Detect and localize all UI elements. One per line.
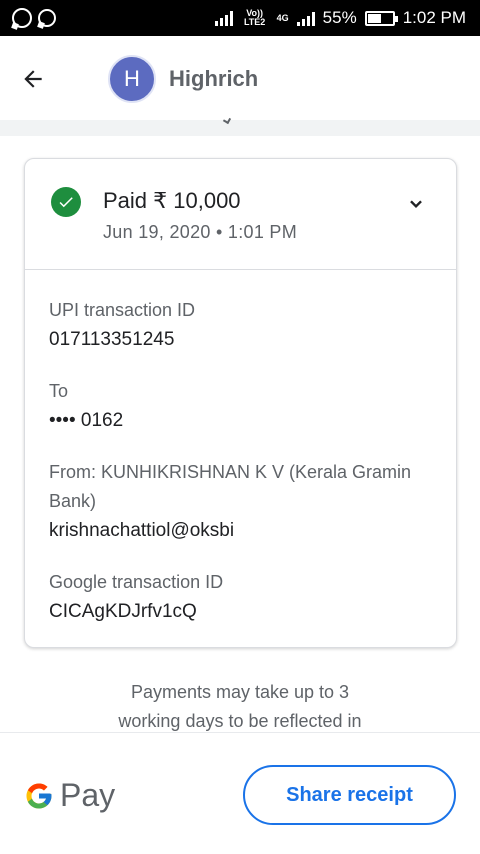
detail-label: From: KUNHIKRISHNAN K V (Kerala Gramin B… xyxy=(49,462,412,511)
share-receipt-button[interactable]: Share receipt xyxy=(243,765,456,825)
status-indicators: Vo)) LTE2 4G 55% 1:02 PM xyxy=(214,0,466,36)
status-bar: Vo)) LTE2 4G 55% 1:02 PM xyxy=(0,0,480,36)
chevron-down-icon xyxy=(410,200,422,209)
detail-value[interactable]: CICAgKDJrfv1cQ xyxy=(49,597,439,626)
detail-value[interactable]: 017113351245 xyxy=(49,325,439,354)
detail-label: Google transaction ID xyxy=(49,572,224,592)
google-pay-logo: Pay xyxy=(24,777,115,814)
back-button[interactable] xyxy=(12,58,54,100)
detail-label: UPI transaction ID xyxy=(49,300,196,320)
signal-strength-icon xyxy=(214,10,233,26)
app-bar: H Highrich xyxy=(0,36,480,120)
notification-icons xyxy=(0,8,56,28)
recipient-account: To •••• 0162 xyxy=(49,377,439,435)
google-g-icon xyxy=(26,783,52,808)
volte-label: Vo)) LTE2 xyxy=(243,8,266,27)
detail-value[interactable]: krishnachattiol@oksbi xyxy=(49,516,439,545)
brand-word: Pay xyxy=(60,777,116,813)
payment-datetime: Jun 19, 2020 • 1:01 PM xyxy=(103,222,298,242)
battery-icon xyxy=(364,10,398,26)
sender-account: From: KUNHIKRISHNAN K V (Kerala Gramin B… xyxy=(49,458,439,545)
note-line-1: Payments may take up to 3 xyxy=(130,682,350,702)
transaction-summary[interactable]: Paid ₹ 10,000 Jun 19, 2020 • 1:01 PM xyxy=(25,159,456,270)
clock: 1:02 PM xyxy=(402,8,466,27)
signal-strength-2-icon xyxy=(296,10,315,26)
paid-amount: Paid ₹ 10,000 xyxy=(103,188,241,213)
processing-note: Payments may take up to 3 working days t… xyxy=(0,678,480,736)
avatar[interactable]: H xyxy=(108,55,156,103)
upi-transaction-id: UPI transaction ID 017113351245 xyxy=(49,296,439,354)
scrolled-content-edge xyxy=(0,120,480,136)
battery-percent: 55% xyxy=(322,8,357,27)
arrow-back-icon xyxy=(24,70,42,88)
detail-value: •••• 0162 xyxy=(49,410,124,431)
check-circle-icon xyxy=(51,187,81,217)
4g-label: 4G xyxy=(276,12,289,23)
detail-label: To xyxy=(49,381,69,401)
whatsapp-icon xyxy=(12,8,32,28)
page-title: Highrich xyxy=(169,66,259,91)
whatsapp-business-icon xyxy=(38,9,56,27)
transaction-card: Paid ₹ 10,000 Jun 19, 2020 • 1:01 PM UPI… xyxy=(24,158,457,648)
google-transaction-id: Google transaction ID CICAgKDJrfv1cQ xyxy=(49,568,439,626)
bottom-bar: Pay Share receipt xyxy=(0,732,480,854)
collapse-button[interactable] xyxy=(398,189,434,219)
